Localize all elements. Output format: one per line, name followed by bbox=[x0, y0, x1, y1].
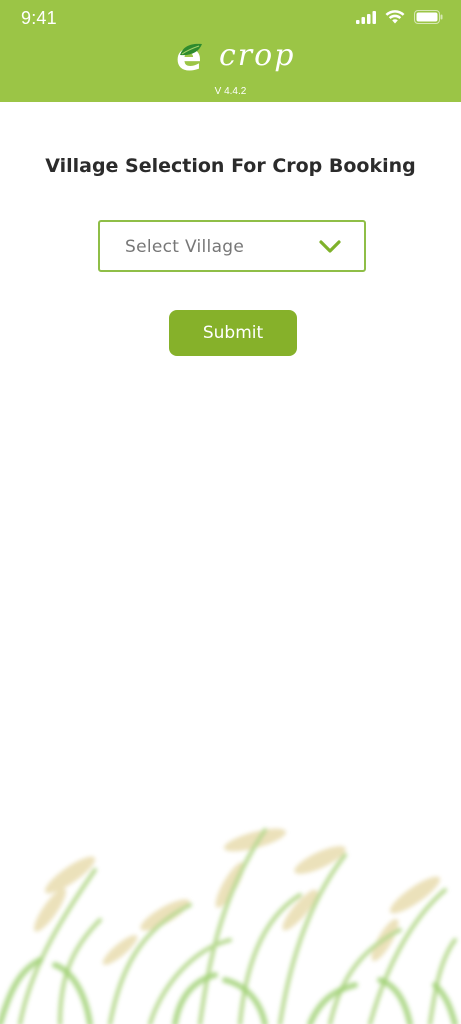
submit-button[interactable]: Submit bbox=[169, 310, 297, 356]
status-time: 9:41 bbox=[21, 8, 57, 28]
status-bar: 9:41 bbox=[0, 0, 461, 36]
logo-word: crop bbox=[219, 38, 296, 73]
app-screen: 9:41 e crop V 4.4.2 Village Selection Fo… bbox=[0, 0, 461, 1024]
village-select-placeholder: Select Village bbox=[125, 237, 245, 257]
village-select[interactable]: Select Village bbox=[98, 220, 366, 272]
wifi-icon bbox=[385, 10, 405, 24]
status-icons bbox=[356, 9, 443, 25]
ecrop-logo: e crop bbox=[176, 38, 296, 84]
page-title: Village Selection For Crop Booking bbox=[45, 155, 416, 177]
app-header: 9:41 e crop V 4.4.2 bbox=[0, 0, 461, 102]
battery-icon bbox=[414, 10, 443, 24]
signal-icon bbox=[356, 10, 376, 24]
leaf-icon bbox=[180, 43, 202, 56]
chevron-down-icon bbox=[319, 240, 341, 253]
app-version: V 4.4.2 bbox=[214, 86, 247, 97]
rice-grass-illustration bbox=[0, 828, 458, 1024]
